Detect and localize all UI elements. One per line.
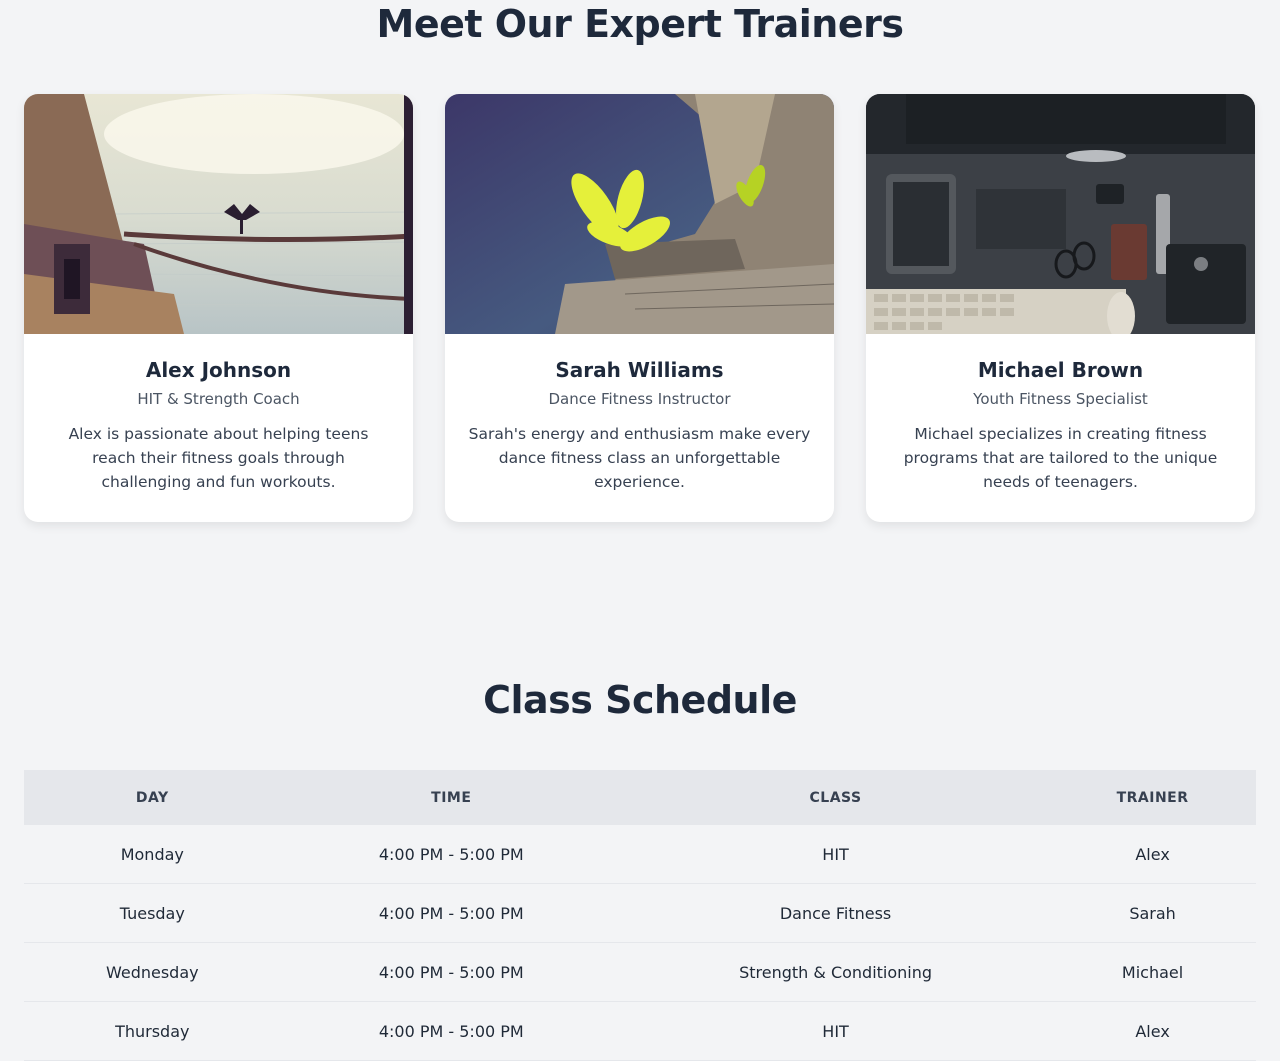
trainers-section-title: Meet Our Expert Trainers <box>376 2 905 46</box>
cell-class: Dance Fitness <box>621 883 1050 943</box>
cell-trainer: Alex <box>1049 825 1256 884</box>
cell-day: Monday <box>24 825 281 884</box>
cell-class: HIT <box>621 825 1050 884</box>
cell-trainer: Michael <box>1049 942 1256 1002</box>
trainer-photo <box>866 94 1255 334</box>
cell-time: 4:00 PM - 5:00 PM <box>280 1001 622 1061</box>
column-header-class: Class <box>621 770 1050 825</box>
trainer-role: Youth Fitness Specialist <box>973 390 1148 408</box>
table-row: Monday 4:00 PM - 5:00 PM HIT Alex <box>24 825 1256 884</box>
trainer-bio: Sarah's energy and enthusiasm make every… <box>468 425 811 491</box>
trainer-name: Alex Johnson <box>145 358 292 382</box>
trainer-bio: Alex is passionate about helping teens r… <box>68 425 369 491</box>
trainer-card: Alex Johnson HIT & Strength Coach Alex i… <box>24 94 413 522</box>
column-header-day: Day <box>24 770 281 825</box>
trainer-cards: Alex Johnson HIT & Strength Coach Alex i… <box>24 94 1256 522</box>
trainer-photo <box>445 94 834 334</box>
trainer-name: Sarah Williams <box>555 358 724 382</box>
table-row: Tuesday 4:00 PM - 5:00 PM Dance Fitness … <box>24 883 1256 943</box>
class-schedule-table: Day Time Class Trainer Monday 4:00 PM - … <box>24 770 1256 1061</box>
schedule-section-title: Class Schedule <box>483 678 797 722</box>
trainer-photo <box>24 94 413 334</box>
trainer-role: HIT & Strength Coach <box>137 390 300 408</box>
table-row: Wednesday 4:00 PM - 5:00 PM Strength & C… <box>24 942 1256 1002</box>
cell-trainer: Sarah <box>1049 883 1256 943</box>
trainer-name: Michael Brown <box>977 358 1144 382</box>
trainer-role: Dance Fitness Instructor <box>548 390 731 408</box>
cell-day: Wednesday <box>24 942 281 1002</box>
trainer-card: Michael Brown Youth Fitness Specialist M… <box>866 94 1255 522</box>
column-header-time: Time <box>280 770 622 825</box>
trainer-card: Sarah Williams Dance Fitness Instructor … <box>445 94 834 522</box>
cell-time: 4:00 PM - 5:00 PM <box>280 942 622 1002</box>
cell-day: Thursday <box>24 1001 281 1061</box>
column-header-trainer: Trainer <box>1049 770 1256 825</box>
cell-time: 4:00 PM - 5:00 PM <box>280 825 622 884</box>
cell-time: 4:00 PM - 5:00 PM <box>280 883 622 943</box>
cell-trainer: Alex <box>1049 1001 1256 1061</box>
table-header-row: Day Time Class Trainer <box>24 770 1256 825</box>
cell-day: Tuesday <box>24 883 281 943</box>
cell-class: HIT <box>621 1001 1050 1061</box>
table-row: Thursday 4:00 PM - 5:00 PM HIT Alex <box>24 1001 1256 1061</box>
cell-class: Strength & Conditioning <box>621 942 1050 1002</box>
trainer-bio: Michael specializes in creating fitness … <box>903 425 1218 491</box>
